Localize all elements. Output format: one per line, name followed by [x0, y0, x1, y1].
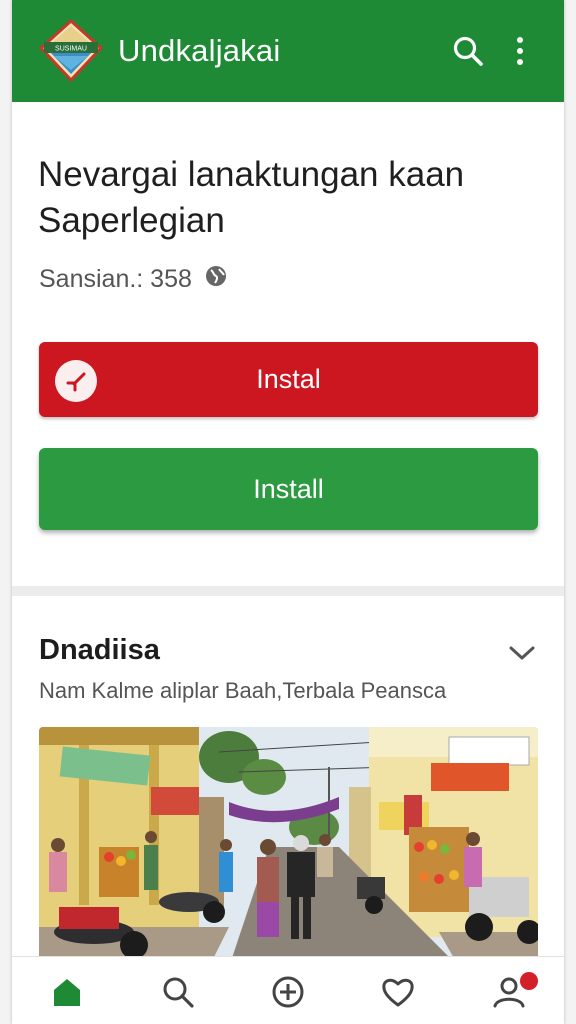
section-card: Dnadiisa Nam Kalme aliplar Baah,Terbala … — [12, 596, 564, 976]
nav-item-favorites[interactable] — [343, 957, 453, 1024]
instal-button[interactable]: Instal — [39, 342, 538, 417]
search-icon — [453, 36, 483, 66]
app-info-card: Nevargai lanaktungan kaan Saperlegian Sa… — [12, 102, 564, 586]
app-bar: SUSIMAU Undkaljakai — [12, 0, 564, 102]
install-button-label: Install — [253, 473, 324, 504]
expand-button[interactable] — [502, 636, 542, 670]
app-screen: SUSIMAU Undkaljakai Nevargai lanaktungan… — [12, 0, 564, 1024]
section-divider — [12, 586, 564, 596]
bottom-navigation — [12, 956, 564, 1024]
search-button[interactable] — [442, 25, 494, 77]
app-title: Undkaljakai — [118, 33, 281, 68]
nav-item-profile[interactable] — [454, 957, 564, 1024]
street-market-photo — [39, 727, 538, 967]
more-options-button[interactable] — [494, 25, 546, 77]
app-logo: SUSIMAU — [38, 18, 104, 84]
notification-badge — [519, 972, 538, 990]
more-vert-icon — [517, 37, 523, 65]
chevron-down-icon — [509, 646, 535, 660]
nav-item-home[interactable] — [12, 957, 122, 1024]
install-button[interactable]: Install — [39, 448, 538, 530]
section-title: Dnadiisa — [39, 634, 160, 666]
globe-icon — [204, 264, 228, 295]
search-icon — [163, 977, 194, 1008]
svg-text:SUSIMAU: SUSIMAU — [55, 46, 87, 53]
instal-button-label: Instal — [256, 364, 321, 394]
nav-item-add[interactable] — [233, 957, 343, 1024]
app-meta: Sansian.: 358 — [39, 264, 228, 295]
add-circle-icon — [272, 976, 304, 1008]
nav-item-search[interactable] — [122, 957, 232, 1024]
shortcut-icon — [55, 360, 97, 402]
home-icon — [54, 979, 81, 1006]
app-name: Nevargai lanaktungan kaan Saperlegian — [38, 155, 465, 240]
meta-label: Sansian.: 358 — [39, 265, 192, 293]
section-subtitle: Nam Kalme aliplar Baah,Terbala Peansca — [39, 678, 447, 703]
heart-icon — [382, 978, 415, 1007]
phone-frame: SUSIMAU Undkaljakai Nevargai lanaktungan… — [0, 0, 576, 1024]
